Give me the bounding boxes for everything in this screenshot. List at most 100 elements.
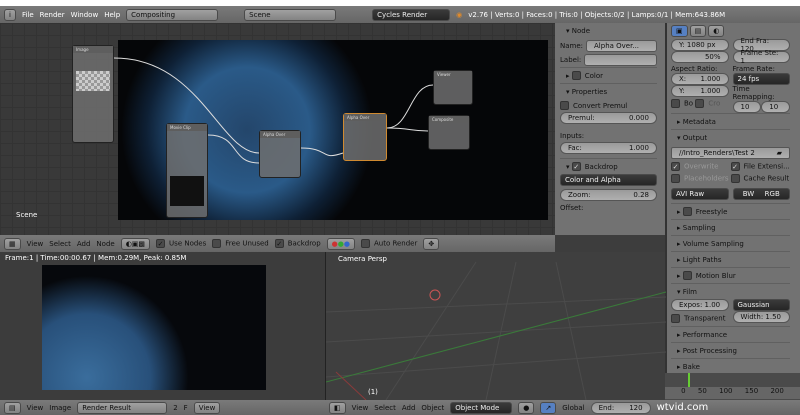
menu-render[interactable]: Render bbox=[40, 11, 65, 19]
cache-result-checkbox[interactable]: Cache Result bbox=[730, 174, 791, 186]
backdrop-checkbox[interactable]: ✓ Backdrop bbox=[274, 239, 321, 248]
color-section[interactable]: ▸ Color bbox=[560, 67, 657, 83]
performance-section[interactable]: ▸ Performance bbox=[671, 326, 790, 342]
shading-icon[interactable]: ● bbox=[518, 401, 535, 414]
use-nodes-checkbox[interactable]: ✓ Use Nodes bbox=[156, 239, 206, 248]
fake-user-button[interactable]: F bbox=[184, 404, 188, 412]
menu-image[interactable]: Image bbox=[49, 404, 71, 412]
snap-icon[interactable]: ✥ bbox=[423, 237, 440, 250]
zoom-field[interactable]: Zoom: 0.28 bbox=[560, 189, 657, 201]
sampling-label: Sampling bbox=[682, 223, 716, 232]
fac-field[interactable]: Fac: 1.000 bbox=[560, 142, 657, 154]
image-editor[interactable]: Frame:1 | Time:00:00.67 | Mem:0.29M, Pea… bbox=[0, 252, 325, 400]
tick: 0 bbox=[681, 387, 686, 395]
folder-icon[interactable]: ▰ bbox=[777, 149, 782, 157]
node-label-field[interactable] bbox=[584, 54, 657, 66]
rgb-option[interactable]: RGB bbox=[765, 190, 780, 198]
fps-select[interactable]: 24 fps bbox=[732, 73, 790, 85]
premul-value: 0.000 bbox=[628, 114, 649, 122]
filter-select[interactable]: Gaussian bbox=[732, 299, 790, 311]
image-selector[interactable]: Render Result bbox=[77, 401, 168, 414]
slot-number[interactable]: 2 bbox=[173, 404, 177, 412]
menu-node[interactable]: Node bbox=[96, 240, 114, 248]
current-frame-marker bbox=[688, 373, 690, 387]
transparent-checkbox[interactable]: Transparent bbox=[671, 314, 729, 323]
sampling-section[interactable]: ▸ Sampling bbox=[671, 219, 790, 235]
node-name-field[interactable]: Alpha Over... bbox=[586, 40, 657, 52]
menu-file[interactable]: File bbox=[22, 11, 34, 19]
volume-sampling-section[interactable]: ▸ Volume Sampling bbox=[671, 235, 790, 251]
manipulator-icon[interactable]: ↗ bbox=[540, 401, 557, 414]
3d-cursor bbox=[429, 289, 441, 301]
free-unused-checkbox[interactable]: Free Unused bbox=[212, 239, 269, 248]
color-mode-toggle[interactable]: BW RGB bbox=[732, 188, 790, 200]
bw-option[interactable]: BW bbox=[743, 190, 754, 198]
world-tab-icon[interactable]: ◐ bbox=[708, 25, 725, 37]
placeholders-checkbox[interactable]: Placeholders bbox=[671, 174, 731, 186]
metadata-section[interactable]: ▸ Metadata bbox=[671, 113, 790, 129]
film-section[interactable]: ▾ Film bbox=[671, 283, 790, 299]
menu-view[interactable]: View bbox=[27, 240, 44, 248]
crop-checkbox[interactable]: Cro bbox=[708, 100, 720, 108]
menu-view[interactable]: View bbox=[352, 404, 369, 412]
menu-add[interactable]: Add bbox=[402, 404, 416, 412]
file-format-select[interactable]: AVI Raw bbox=[671, 188, 729, 200]
zoom-value: 0.28 bbox=[633, 191, 649, 199]
premul-field[interactable]: Premul: 0.000 bbox=[560, 112, 657, 124]
resolution-y-field[interactable]: Y: 1080 px bbox=[671, 39, 729, 51]
node-editor[interactable]: Scene Image Movie Clip Alpha Over Alpha … bbox=[0, 23, 555, 235]
aspect-x-field[interactable]: X: 1.000 bbox=[671, 73, 729, 85]
properties-section[interactable]: ▾ Properties bbox=[560, 83, 657, 99]
bake-section[interactable]: ▸ Bake bbox=[671, 358, 790, 374]
mode-select[interactable]: Object Mode bbox=[450, 401, 513, 414]
motion-blur-section[interactable]: ▸ Motion Blur bbox=[671, 267, 790, 283]
remap-new-field[interactable]: 10 bbox=[761, 101, 790, 113]
menu-add[interactable]: Add bbox=[77, 240, 91, 248]
timeline[interactable]: 0 50 100 150 200 bbox=[665, 373, 800, 401]
scene-tab-icon[interactable]: ▤ bbox=[689, 25, 707, 37]
orientation-select[interactable]: Global bbox=[562, 404, 584, 412]
exposure-field[interactable]: Expos: 1.00 bbox=[671, 299, 729, 311]
node-tree-type-icon[interactable]: ◐▣▩ bbox=[120, 237, 151, 250]
menu-object[interactable]: Object bbox=[421, 404, 444, 412]
file-extension-checkbox[interactable]: ✓ File Extensi... bbox=[730, 162, 791, 174]
backdrop-section[interactable]: ▾ ✓ Backdrop bbox=[560, 158, 657, 174]
editor-type-button[interactable]: ▦ bbox=[4, 237, 21, 250]
view-select[interactable]: View bbox=[193, 401, 221, 414]
3d-viewport[interactable]: Camera Persp (1) bbox=[325, 252, 666, 400]
end-frame-field[interactable]: End: 120 bbox=[590, 401, 651, 414]
channel-buttons[interactable]: ● ● ● bbox=[326, 237, 355, 250]
channels-select[interactable]: Color and Alpha bbox=[560, 174, 657, 186]
render-tab-icon[interactable]: ▣ bbox=[671, 25, 688, 37]
menu-view[interactable]: View bbox=[27, 404, 44, 412]
menu-window[interactable]: Window bbox=[71, 11, 99, 19]
layout-selector[interactable]: Compositing bbox=[126, 8, 219, 21]
output-section[interactable]: ▾ Output bbox=[671, 129, 790, 145]
scene-selector[interactable]: Scene bbox=[244, 8, 337, 21]
menu-select[interactable]: Select bbox=[49, 240, 71, 248]
light-paths-section[interactable]: ▸ Light Paths bbox=[671, 251, 790, 267]
output-path-field[interactable]: //Intro_Renders\Test 2 ▰ bbox=[671, 147, 790, 159]
frame-step-field[interactable]: Frame Ste: 1 bbox=[732, 49, 790, 65]
name-label: Name: bbox=[560, 42, 584, 50]
node-sidebar: ▾ Node Name: Alpha Over... Label: ▸ Color… bbox=[555, 23, 665, 235]
editor-type-button[interactable]: i bbox=[4, 8, 16, 21]
editor-type-button[interactable]: ▤ bbox=[4, 401, 21, 414]
freestyle-section[interactable]: ▸ Freestyle bbox=[671, 203, 790, 219]
render-engine-select[interactable]: Cycles Render bbox=[372, 8, 451, 21]
aspect-y-field[interactable]: Y: 1.000 bbox=[671, 85, 729, 97]
aspect-y-label: Y: bbox=[679, 87, 685, 95]
border-checkbox[interactable]: Bo bbox=[684, 100, 693, 108]
filter-width-field[interactable]: Width: 1.50 bbox=[732, 311, 790, 323]
auto-render-checkbox[interactable]: Auto Render bbox=[360, 239, 417, 248]
channels-value: Color and Alpha bbox=[565, 176, 621, 184]
menu-help[interactable]: Help bbox=[104, 11, 120, 19]
backdrop-label: Backdrop bbox=[584, 162, 618, 171]
resolution-percent-field[interactable]: 50% bbox=[671, 51, 729, 63]
editor-type-button[interactable]: ◧ bbox=[329, 401, 346, 414]
remap-old-field[interactable]: 10 bbox=[732, 101, 762, 113]
post-processing-section[interactable]: ▸ Post Processing bbox=[671, 342, 790, 358]
overwrite-checkbox[interactable]: ✓ Overwrite bbox=[671, 162, 731, 174]
menu-select[interactable]: Select bbox=[374, 404, 396, 412]
convert-premul-checkbox[interactable]: Convert Premul bbox=[560, 99, 657, 112]
